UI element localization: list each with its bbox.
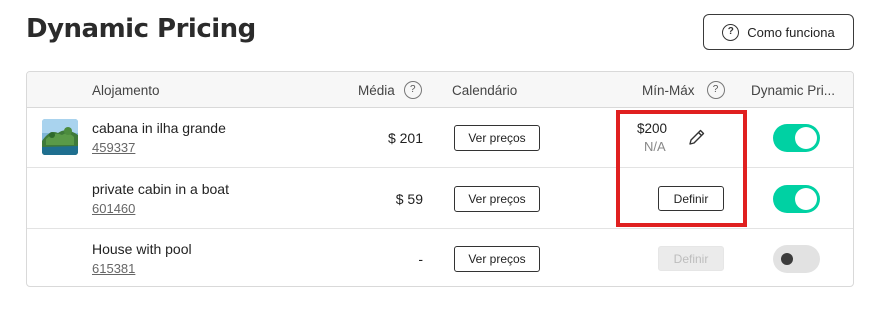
how-it-works-label: Como funciona <box>747 24 835 40</box>
listing-name: House with pool <box>92 241 192 257</box>
listing-id-link[interactable]: 615381 <box>92 261 135 276</box>
pencil-icon[interactable] <box>687 127 707 147</box>
view-prices-button[interactable]: Ver preços <box>454 186 540 212</box>
average-price: $ 59 <box>395 191 423 207</box>
listings-table: Alojamento Média ? Calendário Mín-Máx ? … <box>26 71 854 287</box>
average-price: $ 201 <box>387 130 423 146</box>
define-min-max-button[interactable]: Definir <box>658 186 724 211</box>
table-row: cabana in ilha grande 459337 $ 201 Ver p… <box>27 108 853 168</box>
average-price: - <box>418 251 423 267</box>
page-title: Dynamic Pricing <box>26 14 256 44</box>
listing-thumbnail <box>42 119 78 155</box>
view-prices-button[interactable]: Ver preços <box>454 125 540 151</box>
column-header-average-label: Média <box>358 82 395 98</box>
column-header-listing: Alojamento <box>92 82 160 98</box>
table-header: Alojamento Média ? Calendário Mín-Máx ? … <box>27 72 853 108</box>
dynamic-pricing-toggle[interactable] <box>773 245 820 273</box>
listing-name: cabana in ilha grande <box>92 120 226 136</box>
column-header-min-max-label: Mín-Máx <box>642 82 695 98</box>
dynamic-pricing-toggle[interactable] <box>773 185 820 213</box>
average-info-icon[interactable]: ? <box>403 81 422 99</box>
listing-thumbnail <box>42 240 78 276</box>
toggle-knob <box>795 188 817 210</box>
table-row: House with pool 615381 - Ver preços Defi… <box>27 229 853 286</box>
min-price: $200 <box>637 121 668 136</box>
listing-id-link[interactable]: 459337 <box>92 140 135 155</box>
question-circle-icon: ? <box>722 23 740 41</box>
toggle-knob <box>781 253 793 265</box>
listing-id-link[interactable]: 601460 <box>92 201 135 216</box>
table-row: private cabin in a boat 601460 $ 59 Ver … <box>27 169 853 229</box>
column-header-average: Média ? <box>358 72 422 108</box>
min-max-info-icon[interactable]: ? <box>706 81 725 99</box>
define-min-max-button: Definir <box>658 246 724 271</box>
toggle-knob <box>795 127 817 149</box>
max-price: N/A <box>644 139 666 154</box>
listing-name: private cabin in a boat <box>92 181 229 197</box>
how-it-works-button[interactable]: ? Como funciona <box>703 14 854 50</box>
view-prices-button[interactable]: Ver preços <box>454 246 540 272</box>
column-header-calendar: Calendário <box>452 82 518 98</box>
column-header-dynamic-pricing: Dynamic Pri... <box>751 82 836 98</box>
column-header-min-max: Mín-Máx ? <box>642 72 725 108</box>
dynamic-pricing-toggle[interactable] <box>773 124 820 152</box>
listing-thumbnail <box>42 180 78 216</box>
